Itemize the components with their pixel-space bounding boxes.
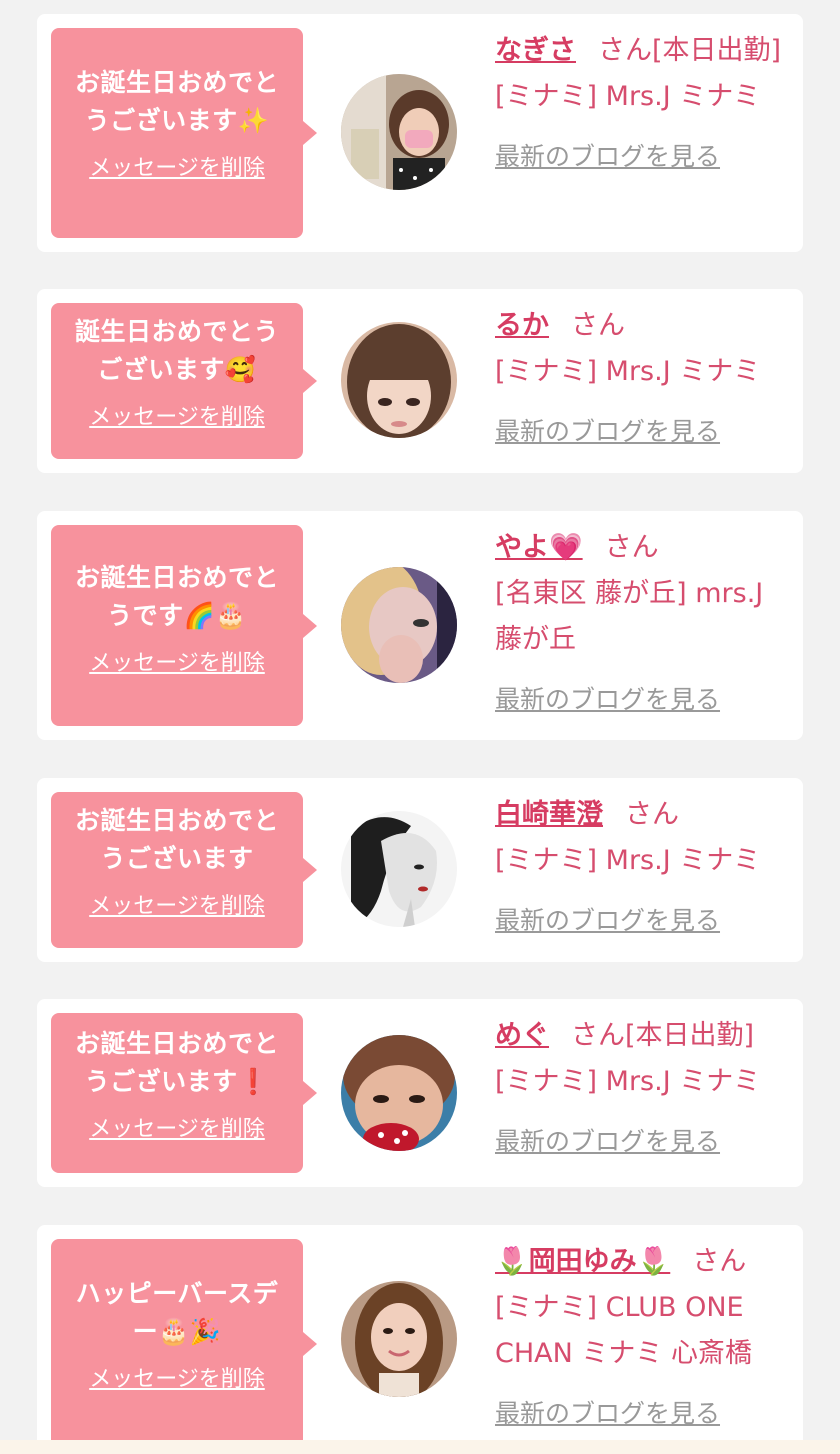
cast-info: めぐ さん[本日出勤] [ミナミ] Mrs.J ミナミ 最新のブログを見る — [495, 1013, 795, 1165]
message-line: お誕生日おめでと — [74, 68, 279, 97]
latest-blog-link[interactable]: 最新のブログを見る — [495, 1119, 720, 1165]
message-bubble: お誕生日おめでと うございます メッセージを削除 — [51, 792, 317, 948]
avatar[interactable] — [341, 567, 457, 683]
shop-label: [ミナミ] Mrs.J ミナミ — [495, 81, 761, 112]
message-line: うございます✨ — [84, 106, 270, 135]
shop-label: [ミナミ] CLUB ONE CHAN ミナミ 心斎橋 — [495, 1292, 752, 1369]
shop-label: [名東区 藤が丘] mrs.J 藤が丘 — [495, 578, 764, 655]
shop-label: [ミナミ] Mrs.J ミナミ — [495, 1066, 761, 1097]
honorific: さん — [571, 310, 625, 341]
message-line: ハッピーバースデ — [75, 1279, 279, 1308]
woman-covering-face-photo-icon — [341, 567, 457, 683]
cast-info: なぎさ さん[本日出勤] [ミナミ] Mrs.J ミナミ 最新のブログを見る — [495, 28, 785, 180]
delete-message-link[interactable]: メッセージを削除 — [89, 403, 265, 433]
honorific: さん — [692, 1246, 747, 1277]
monochrome-illustration-woman-icon — [341, 811, 457, 927]
birthday-card: お誕生日おめでと うございます✨ メッセージを削除 なぎさ さん[本日出勤] [ミ… — [37, 14, 803, 252]
latest-blog-link[interactable]: 最新のブログを見る — [495, 409, 720, 455]
latest-blog-link[interactable]: 最新のブログを見る — [495, 898, 720, 944]
shop-label: [ミナミ] Mrs.J ミナミ — [495, 356, 761, 387]
birthday-card: お誕生日おめでと うございます メッセージを削除 白崎華澄 さん [ミナミ] Mr… — [37, 778, 803, 962]
message-line: ございます🥰 — [97, 355, 257, 384]
status-label: [本日出勤] — [625, 1020, 755, 1051]
message-line: うです🌈🎂 — [107, 601, 247, 630]
smiling-woman-long-hair-photo-icon — [341, 1281, 457, 1397]
honorific: さん — [571, 1020, 625, 1051]
avatar[interactable] — [341, 1035, 457, 1151]
message-line: うございます❗ — [84, 1067, 270, 1096]
delete-message-link[interactable]: メッセージを削除 — [89, 154, 265, 184]
cast-name-link[interactable]: めぐ — [495, 1020, 549, 1051]
latest-blog-link[interactable]: 最新のブログを見る — [495, 1391, 720, 1437]
cast-info: やよ💗 さん [名東区 藤が丘] mrs.J 藤が丘 最新のブログを見る — [495, 525, 785, 723]
message-line: お誕生日おめでと — [74, 563, 279, 592]
delete-message-link[interactable]: メッセージを削除 — [89, 649, 265, 679]
footer-edge — [0, 1440, 840, 1454]
woman-with-pink-mask-photo-icon — [341, 74, 457, 190]
message-bubble: ハッピーバースデ ー🎂🎉 メッセージを削除 — [51, 1239, 317, 1449]
message-bubble: お誕生日おめでと うです🌈🎂 メッセージを削除 — [51, 525, 317, 726]
avatar[interactable] — [341, 74, 457, 190]
message-bubble: お誕生日おめでと うございます❗ メッセージを削除 — [51, 1013, 317, 1173]
message-bubble: 誕生日おめでとう ございます🥰 メッセージを削除 — [51, 303, 317, 459]
message-line: お誕生日おめでと — [74, 1029, 279, 1058]
cast-info: るか さん [ミナミ] Mrs.J ミナミ 最新のブログを見る — [495, 303, 785, 455]
birthday-card: お誕生日おめでと うございます❗ メッセージを削除 めぐ さん[本日出勤] [ミナ… — [37, 999, 803, 1187]
cast-name-link[interactable]: やよ💗 — [495, 532, 583, 563]
honorific: さん — [598, 35, 652, 66]
delete-message-link[interactable]: メッセージを削除 — [89, 892, 265, 922]
delete-message-link[interactable]: メッセージを削除 — [89, 1365, 265, 1395]
message-line: お誕生日おめでと — [74, 806, 279, 835]
cast-info: 🌷岡田ゆみ🌷 さん [ミナミ] CLUB ONE CHAN ミナミ 心斎橋 最新の… — [495, 1239, 795, 1437]
message-line: ー🎂🎉 — [132, 1317, 222, 1346]
status-label: [本日出勤] — [652, 35, 782, 66]
avatar[interactable] — [341, 1281, 457, 1397]
cast-info: 白崎華澄 さん [ミナミ] Mrs.J ミナミ 最新のブログを見る — [495, 792, 785, 944]
cast-name-link[interactable]: 🌷岡田ゆみ🌷 — [495, 1246, 670, 1277]
avatar[interactable] — [341, 811, 457, 927]
message-bubble: お誕生日おめでと うございます✨ メッセージを削除 — [51, 28, 317, 238]
latest-blog-link[interactable]: 最新のブログを見る — [495, 134, 720, 180]
woman-eyes-with-red-object-photo-icon — [341, 1035, 457, 1151]
birthday-card: ハッピーバースデ ー🎂🎉 メッセージを削除 🌷岡田ゆみ🌷 さん [ミナミ] CLU… — [37, 1225, 803, 1454]
birthday-card: 誕生日おめでとう ございます🥰 メッセージを削除 るか さん [ミナミ] Mrs.… — [37, 289, 803, 473]
delete-message-link[interactable]: メッセージを削除 — [89, 1115, 265, 1145]
message-line: うございます — [100, 844, 254, 873]
honorific: さん — [625, 799, 679, 830]
shop-label: [ミナミ] Mrs.J ミナミ — [495, 845, 761, 876]
message-line: 誕生日おめでとう — [74, 317, 279, 346]
latest-blog-link[interactable]: 最新のブログを見る — [495, 677, 720, 723]
cast-name-link[interactable]: 白崎華澄 — [495, 799, 603, 830]
cast-name-link[interactable]: なぎさ — [495, 35, 576, 66]
cast-name-link[interactable]: るか — [495, 310, 549, 341]
avatar[interactable] — [341, 322, 457, 438]
woman-with-bangs-photo-icon — [341, 322, 457, 438]
honorific: さん — [604, 532, 659, 563]
birthday-card: お誕生日おめでと うです🌈🎂 メッセージを削除 やよ💗 さん [名東区 藤が丘] … — [37, 511, 803, 740]
